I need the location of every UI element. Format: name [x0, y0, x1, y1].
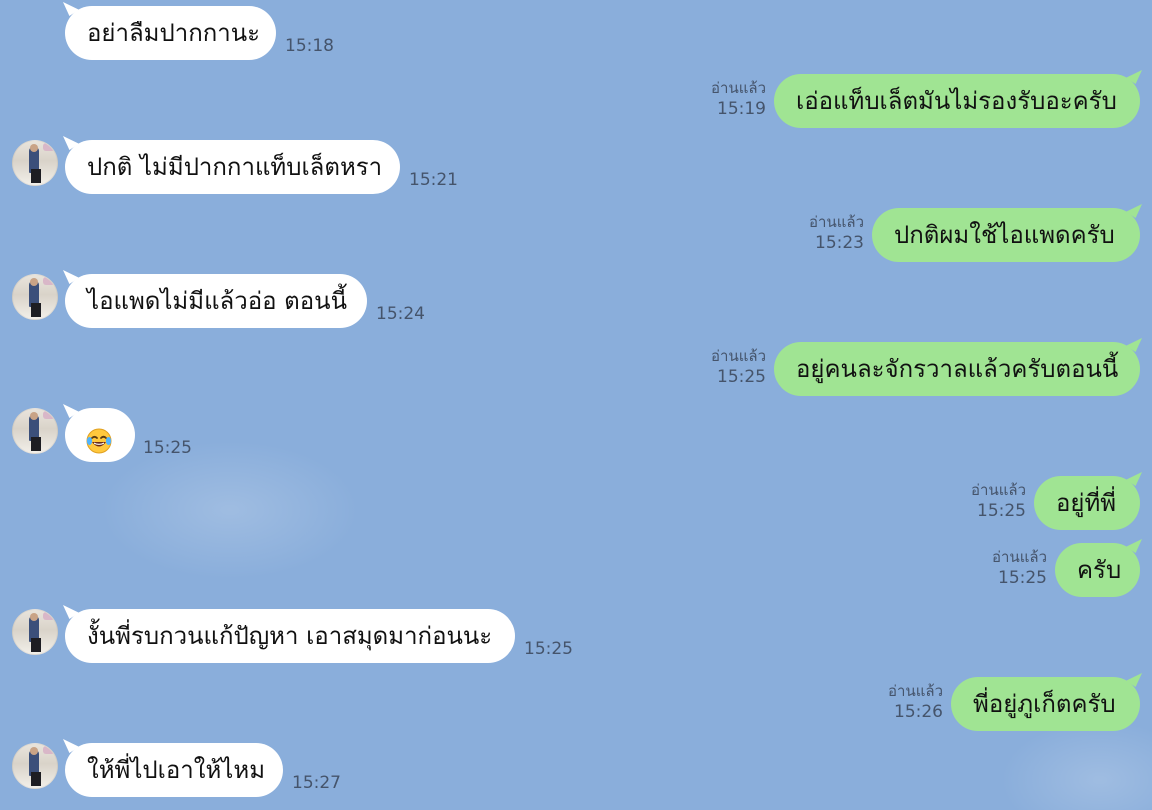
read-receipt: อ่านแล้ว: [971, 481, 1026, 499]
message-text: อยู่ที่พี่: [1056, 489, 1117, 517]
message-bubble[interactable]: ไอแพดไม่มีแล้วอ่อ ตอนนี้: [65, 274, 367, 328]
message-text: ปกติ ไม่มีปากกาแท็บเล็ตหรา: [87, 153, 383, 181]
message-row: ไอแพดไม่มีแล้วอ่อ ตอนนี้ 15:24: [0, 274, 1152, 330]
chat-view[interactable]: อย่าลืมปากกานะ 15:18 อ่านแล้ว 15:19 เอ่อ…: [0, 0, 1152, 810]
face-with-tears-of-joy-icon: [85, 420, 113, 454]
message-text: ให้พี่ไปเอาให้ไหม: [87, 756, 266, 784]
message-bubble[interactable]: [65, 408, 135, 462]
message-row: อ่านแล้ว 15:19 เอ่อแท็บเล็ตมันไม่รองรับอ…: [0, 74, 1152, 130]
contact-avatar[interactable]: [12, 140, 58, 186]
message-meta: อ่านแล้ว 15:23: [809, 212, 864, 254]
read-receipt: อ่านแล้ว: [992, 548, 1047, 566]
read-receipt: อ่านแล้ว: [809, 213, 864, 231]
message-text: อยู่คนละจักรวาลแล้วครับตอนนี้: [796, 355, 1119, 383]
message-row: 15:25: [0, 408, 1152, 464]
message-time: 15:27: [292, 773, 341, 793]
message-bubble[interactable]: อยู่ที่พี่: [1034, 476, 1140, 530]
message-row: อย่าลืมปากกานะ 15:18: [0, 6, 1152, 62]
message-row: ปกติ ไม่มีปากกาแท็บเล็ตหรา 15:21: [0, 140, 1152, 196]
message-meta: อ่านแล้ว 15:25: [992, 547, 1047, 589]
message-text: ครับ: [1077, 556, 1122, 584]
message-row: อ่านแล้ว 15:25 อยู่ที่พี่: [0, 476, 1152, 532]
message-time: 15:25: [717, 367, 766, 387]
message-row: อ่านแล้ว 15:25 ครับ: [0, 543, 1152, 599]
message-bubble[interactable]: ครับ: [1055, 543, 1140, 597]
message-time: 15:21: [409, 170, 458, 190]
message-meta: อ่านแล้ว 15:19: [711, 78, 766, 120]
message-time: 15:26: [894, 702, 943, 722]
message-time: 15:24: [376, 304, 425, 324]
message-row: ให้พี่ไปเอาให้ไหม 15:27: [0, 743, 1152, 799]
contact-avatar[interactable]: [12, 408, 58, 454]
message-text: งั้นพี่รบกวนแก้ปัญหา เอาสมุดมาก่อนนะ: [87, 622, 493, 650]
message-text: เอ่อแท็บเล็ตมันไม่รองรับอะครับ: [796, 87, 1117, 115]
contact-avatar[interactable]: [12, 743, 58, 789]
message-text: อย่าลืมปากกานะ: [87, 19, 261, 47]
message-time: 15:25: [524, 639, 573, 659]
message-bubble[interactable]: ปกติ ไม่มีปากกาแท็บเล็ตหรา: [65, 140, 400, 194]
message-time: 15:25: [977, 501, 1026, 521]
message-time: 15:23: [815, 233, 864, 253]
message-time: 15:19: [717, 99, 766, 119]
message-text: พี่อยู่ภูเก็ตครับ: [973, 690, 1116, 718]
read-receipt: อ่านแล้ว: [711, 347, 766, 365]
message-time: 15:25: [143, 438, 192, 458]
message-meta: อ่านแล้ว 15:25: [711, 346, 766, 388]
message-bubble[interactable]: อยู่คนละจักรวาลแล้วครับตอนนี้: [774, 342, 1140, 396]
message-bubble[interactable]: ให้พี่ไปเอาให้ไหม: [65, 743, 283, 797]
read-receipt: อ่านแล้ว: [711, 79, 766, 97]
message-bubble[interactable]: งั้นพี่รบกวนแก้ปัญหา เอาสมุดมาก่อนนะ: [65, 609, 515, 663]
message-bubble[interactable]: ปกติผมใช้ไอแพดครับ: [872, 208, 1140, 262]
contact-avatar[interactable]: [12, 609, 58, 655]
message-time: 15:18: [285, 36, 334, 56]
message-bubble[interactable]: เอ่อแท็บเล็ตมันไม่รองรับอะครับ: [774, 74, 1140, 128]
message-time: 15:25: [998, 568, 1047, 588]
message-bubble[interactable]: พี่อยู่ภูเก็ตครับ: [951, 677, 1140, 731]
message-text: ไอแพดไม่มีแล้วอ่อ ตอนนี้: [87, 287, 347, 315]
message-row: อ่านแล้ว 15:25 อยู่คนละจักรวาลแล้วครับตอ…: [0, 342, 1152, 398]
message-meta: อ่านแล้ว 15:25: [971, 480, 1026, 522]
message-row: งั้นพี่รบกวนแก้ปัญหา เอาสมุดมาก่อนนะ 15:…: [0, 609, 1152, 665]
message-meta: อ่านแล้ว 15:26: [888, 681, 943, 723]
message-row: อ่านแล้ว 15:23 ปกติผมใช้ไอแพดครับ: [0, 208, 1152, 264]
message-bubble[interactable]: อย่าลืมปากกานะ: [65, 6, 276, 60]
read-receipt: อ่านแล้ว: [888, 682, 943, 700]
message-text: ปกติผมใช้ไอแพดครับ: [894, 221, 1115, 249]
contact-avatar[interactable]: [12, 274, 58, 320]
message-row: อ่านแล้ว 15:26 พี่อยู่ภูเก็ตครับ: [0, 677, 1152, 733]
